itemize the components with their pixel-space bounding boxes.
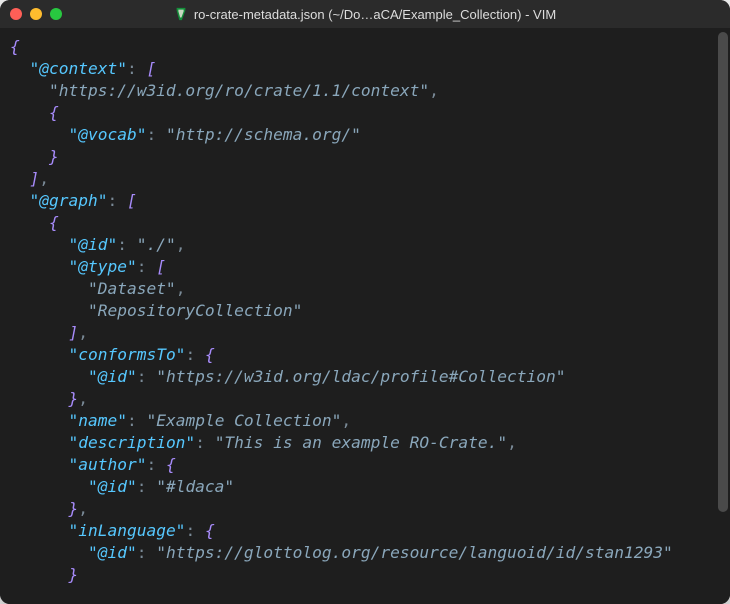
token-punct: :: [146, 125, 156, 144]
token-key: "@graph": [30, 191, 108, 210]
token-brace: {: [10, 37, 20, 56]
scrollbar-thumb[interactable]: [718, 32, 728, 512]
code-line: ],: [10, 168, 706, 190]
token-punct: :: [185, 521, 195, 540]
token-brace: {: [166, 455, 176, 474]
token-punct: :: [107, 191, 117, 210]
code-line: },: [10, 498, 706, 520]
token-key: "description": [68, 433, 195, 452]
token-brace: ]: [68, 323, 78, 342]
code-line: "Dataset",: [10, 278, 706, 300]
token-str: "./": [137, 235, 176, 254]
code-line: {: [10, 36, 706, 58]
token-brace: }: [68, 389, 78, 408]
token-comma: ,: [429, 81, 439, 100]
token-punct: :: [195, 433, 205, 452]
token-str: "http://schema.org/": [166, 125, 361, 144]
token-brace: ]: [30, 169, 40, 188]
token-comma: ,: [176, 279, 186, 298]
token-key: "@id": [88, 543, 137, 562]
code-line: {: [10, 212, 706, 234]
token-key: "@id": [88, 477, 137, 496]
title-wrap: ro-crate-metadata.json (~/Do…aCA/Example…: [0, 7, 730, 22]
token-punct: :: [146, 455, 156, 474]
token-key: "inLanguage": [68, 521, 185, 540]
editor-area: { "@context": [ "https://w3id.org/ro/cra…: [0, 28, 730, 604]
token-punct: :: [127, 59, 137, 78]
token-brace: [: [156, 257, 166, 276]
code-line: "name": "Example Collection",: [10, 410, 706, 432]
token-key: "@type": [68, 257, 136, 276]
code-view[interactable]: { "@context": [ "https://w3id.org/ro/cra…: [0, 28, 716, 604]
code-line: ],: [10, 322, 706, 344]
token-brace: {: [205, 345, 215, 364]
token-str: "https://w3id.org/ldac/profile#Collectio…: [156, 367, 565, 386]
token-comma: ,: [507, 433, 517, 452]
code-line: }: [10, 564, 706, 586]
token-brace: [: [146, 59, 156, 78]
token-brace: }: [68, 499, 78, 518]
window-title: ro-crate-metadata.json (~/Do…aCA/Example…: [194, 7, 556, 22]
code-line: "@vocab": "http://schema.org/": [10, 124, 706, 146]
titlebar: ro-crate-metadata.json (~/Do…aCA/Example…: [0, 0, 730, 28]
code-line: "RepositoryCollection": [10, 300, 706, 322]
vim-icon: [174, 7, 188, 21]
token-brace: }: [68, 565, 78, 584]
scrollbar-track[interactable]: [716, 28, 730, 604]
code-line: "@id": "./",: [10, 234, 706, 256]
code-line: "@graph": [: [10, 190, 706, 212]
close-button[interactable]: [10, 8, 22, 20]
token-punct: :: [137, 367, 147, 386]
token-key: "@id": [88, 367, 137, 386]
maximize-button[interactable]: [50, 8, 62, 20]
app-window: ro-crate-metadata.json (~/Do…aCA/Example…: [0, 0, 730, 604]
token-str: "https://w3id.org/ro/crate/1.1/context": [49, 81, 429, 100]
token-comma: ,: [176, 235, 186, 254]
token-key: "conformsTo": [68, 345, 185, 364]
code-line: "https://w3id.org/ro/crate/1.1/context",: [10, 80, 706, 102]
traffic-lights: [10, 8, 62, 20]
token-key: "@id": [68, 235, 117, 254]
token-key: "name": [68, 411, 126, 430]
code-line: "inLanguage": {: [10, 520, 706, 542]
code-line: "@id": "https://w3id.org/ldac/profile#Co…: [10, 366, 706, 388]
minimize-button[interactable]: [30, 8, 42, 20]
token-str: "This is an example RO-Crate.": [215, 433, 507, 452]
token-comma: ,: [78, 499, 88, 518]
code-line: },: [10, 388, 706, 410]
token-comma: ,: [39, 169, 49, 188]
token-str: "Example Collection": [146, 411, 341, 430]
token-punct: :: [185, 345, 195, 364]
token-str: "https://glottolog.org/resource/languoid…: [156, 543, 673, 562]
token-key: "author": [68, 455, 146, 474]
token-brace: {: [49, 213, 59, 232]
token-str: "#ldaca": [156, 477, 234, 496]
token-comma: ,: [341, 411, 351, 430]
code-line: "description": "This is an example RO-Cr…: [10, 432, 706, 454]
code-line: "@context": [: [10, 58, 706, 80]
token-punct: :: [117, 235, 127, 254]
token-str: "RepositoryCollection": [88, 301, 302, 320]
token-comma: ,: [78, 389, 88, 408]
code-line: "@id": "#ldaca": [10, 476, 706, 498]
token-brace: [: [127, 191, 137, 210]
token-key: "@vocab": [68, 125, 146, 144]
token-punct: :: [137, 257, 147, 276]
token-str: "Dataset": [88, 279, 176, 298]
token-brace: {: [49, 103, 59, 122]
code-line: "conformsTo": {: [10, 344, 706, 366]
code-line: }: [10, 146, 706, 168]
token-brace: }: [49, 147, 59, 166]
code-line: "author": {: [10, 454, 706, 476]
token-comma: ,: [78, 323, 88, 342]
token-punct: :: [137, 477, 147, 496]
code-line: {: [10, 102, 706, 124]
code-line: "@type": [: [10, 256, 706, 278]
token-punct: :: [137, 543, 147, 562]
code-line: "@id": "https://glottolog.org/resource/l…: [10, 542, 706, 564]
token-brace: {: [205, 521, 215, 540]
token-punct: :: [127, 411, 137, 430]
token-key: "@context": [30, 59, 127, 78]
